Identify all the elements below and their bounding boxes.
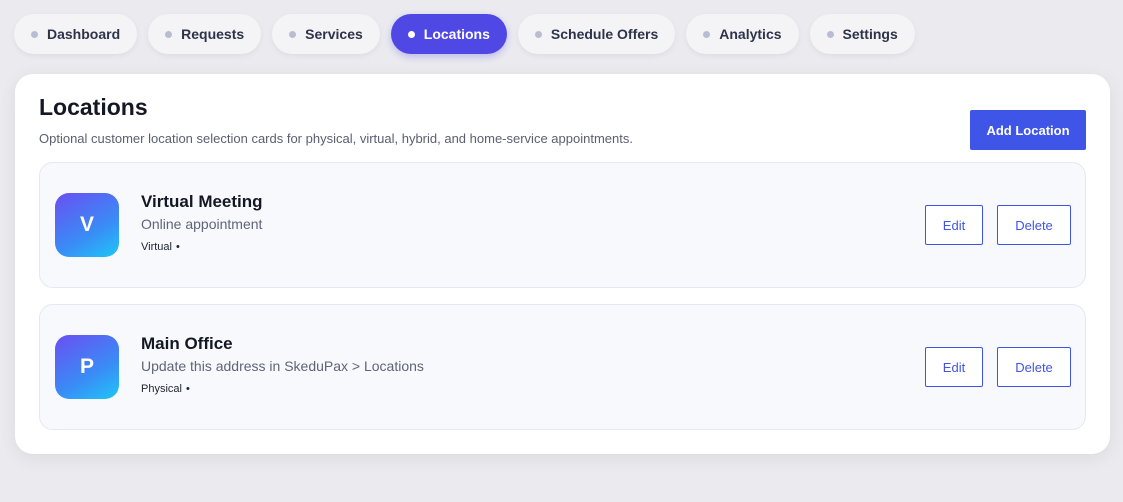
tab-label: Schedule Offers (550, 26, 659, 42)
tab-locations[interactable]: Locations (390, 14, 507, 54)
tab-label: Requests (181, 26, 245, 42)
edit-button[interactable]: Edit (925, 347, 983, 387)
tab-services[interactable]: Services (272, 14, 380, 54)
delete-button[interactable]: Delete (997, 347, 1071, 387)
add-location-button[interactable]: Add Location (970, 110, 1086, 150)
tab-label: Analytics (719, 26, 782, 42)
location-avatar: P (55, 335, 119, 399)
location-description: Online appointment (141, 216, 263, 232)
location-type: Physical • (141, 383, 190, 395)
location-type: Virtual • (141, 241, 180, 253)
dot-icon (165, 30, 173, 38)
tab-requests[interactable]: Requests (148, 14, 262, 54)
locations-panel: Locations Optional customer location sel… (15, 74, 1110, 454)
tab-label: Dashboard (47, 26, 121, 42)
location-name: Virtual Meeting (141, 192, 263, 211)
tab-settings[interactable]: Settings (809, 14, 915, 54)
bullet-icon: • (175, 241, 180, 253)
location-type-label: Virtual (141, 241, 172, 253)
location-type-label: Physical (141, 383, 182, 395)
edit-button[interactable]: Edit (925, 205, 983, 245)
top-nav: Dashboard Requests Services Locations Sc… (14, 14, 915, 54)
bullet-icon: • (185, 383, 190, 395)
dot-icon (407, 30, 415, 38)
location-card-main-office: P Main Office Update this address in Ske… (39, 304, 1086, 430)
page-title: Locations (39, 94, 148, 120)
tab-schedule-offers[interactable]: Schedule Offers (517, 14, 676, 54)
location-description: Update this address in SkeduPax > Locati… (141, 358, 424, 374)
tab-label: Settings (842, 26, 898, 42)
location-card-virtual-meeting: V Virtual Meeting Online appointment Vir… (39, 162, 1086, 288)
dot-icon (31, 30, 38, 38)
dot-icon (826, 30, 834, 38)
location-name: Main Office (141, 334, 233, 353)
location-avatar: V (55, 193, 119, 257)
tab-analytics[interactable]: Analytics (686, 14, 799, 54)
dot-icon (703, 30, 711, 38)
tab-label: Services (305, 26, 363, 42)
dot-icon (289, 30, 297, 38)
tab-label: Locations (423, 26, 490, 42)
delete-button[interactable]: Delete (997, 205, 1071, 245)
tab-dashboard[interactable]: Dashboard (14, 14, 138, 54)
dot-icon (534, 30, 542, 38)
page-subtitle: Optional customer location selection car… (39, 131, 633, 146)
